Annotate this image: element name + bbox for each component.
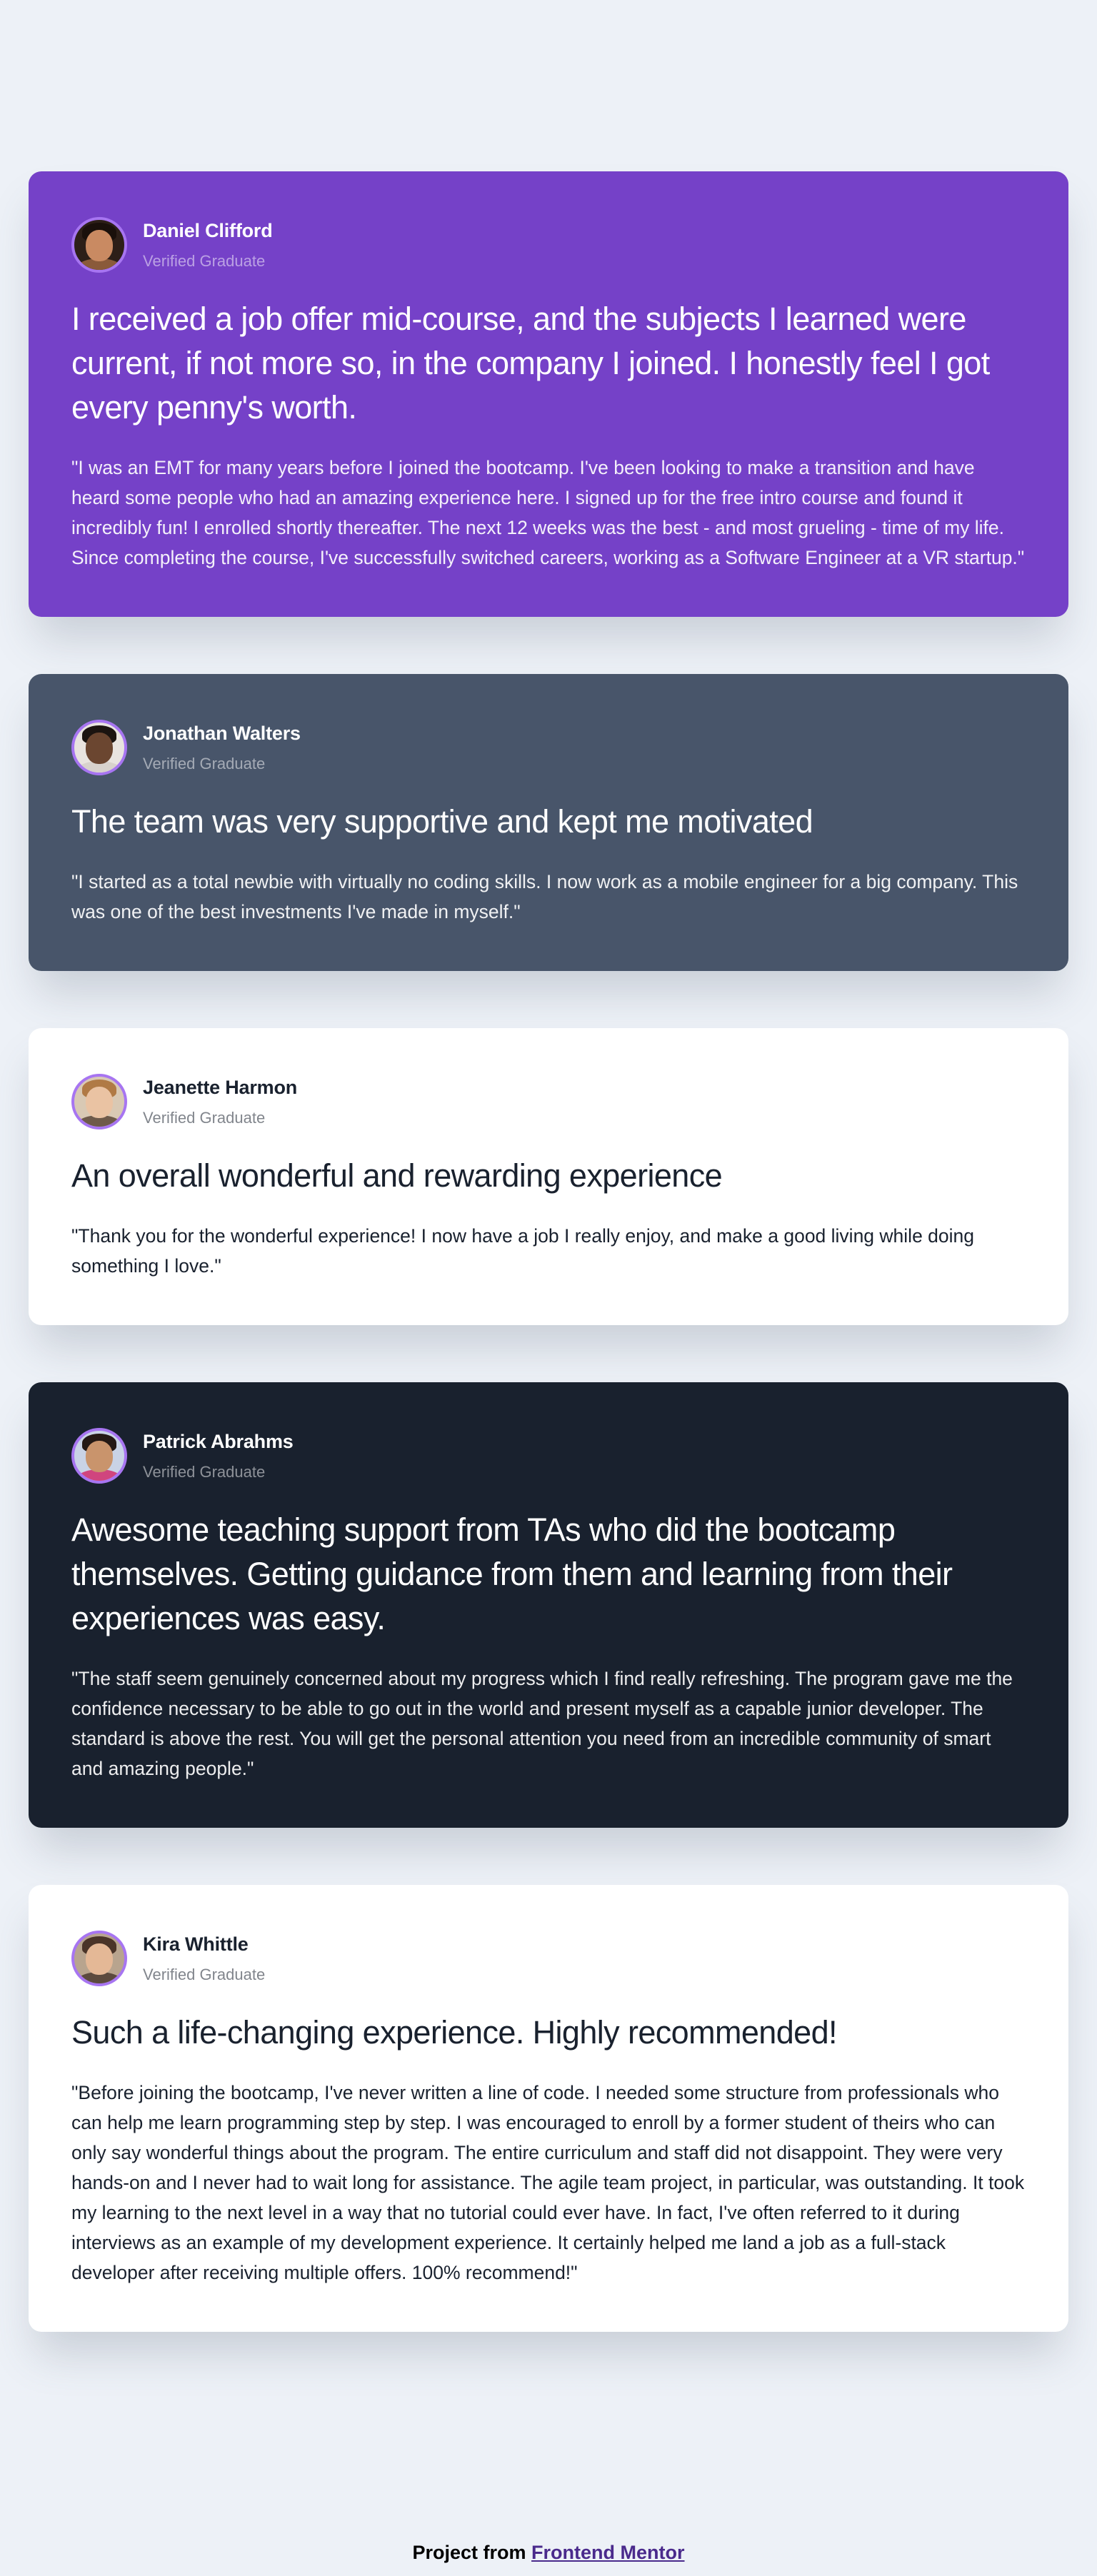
author-name: Jonathan Walters bbox=[143, 722, 301, 744]
testimonial-card-daniel-clifford: Daniel Clifford Verified Graduate I rece… bbox=[29, 171, 1068, 617]
testimonial-header: Patrick Abrahms Verified Graduate bbox=[71, 1428, 1026, 1484]
testimonial-headline: An overall wonderful and rewarding exper… bbox=[71, 1157, 723, 1194]
avatar bbox=[71, 1074, 127, 1129]
avatar bbox=[71, 1428, 127, 1484]
testimonial-header: Daniel Clifford Verified Graduate bbox=[71, 217, 1026, 273]
author-info: Patrick Abrahms Verified Graduate bbox=[143, 1431, 294, 1481]
author-role: Verified Graduate bbox=[143, 1462, 266, 1481]
author-name: Daniel Clifford bbox=[143, 219, 273, 241]
testimonial-header: Jonathan Walters Verified Graduate bbox=[71, 720, 1026, 775]
testimonial-card-patrick-abrahms: Patrick Abrahms Verified Graduate Awesom… bbox=[29, 1382, 1068, 1828]
testimonial-headline: The team was very supportive and kept me… bbox=[71, 803, 813, 840]
testimonial-headline: I received a job offer mid-course, and t… bbox=[71, 301, 990, 426]
author-info: Kira Whittle Verified Graduate bbox=[143, 1933, 265, 1984]
author-name: Jeanette Harmon bbox=[143, 1076, 298, 1098]
frontend-mentor-link[interactable]: Frontend Mentor bbox=[531, 2542, 684, 2563]
testimonial-card-jonathan-walters: Jonathan Walters Verified Graduate The t… bbox=[29, 674, 1068, 971]
attribution-prefix: Project from bbox=[412, 2542, 532, 2563]
testimonial-list: Daniel Clifford Verified Graduate I rece… bbox=[29, 171, 1068, 2389]
avatar bbox=[71, 1931, 127, 1986]
author-name: Kira Whittle bbox=[143, 1933, 249, 1955]
author-role: Verified Graduate bbox=[143, 251, 266, 270]
author-info: Daniel Clifford Verified Graduate bbox=[143, 220, 273, 271]
testimonial-header: Kira Whittle Verified Graduate bbox=[71, 1931, 1026, 1986]
testimonial-quote: "Thank you for the wonderful experience!… bbox=[71, 1225, 975, 1277]
author-role: Verified Graduate bbox=[143, 1108, 266, 1127]
avatar bbox=[71, 720, 127, 775]
testimonial-quote: "I was an EMT for many years before I jo… bbox=[71, 457, 1025, 568]
author-info: Jonathan Walters Verified Graduate bbox=[143, 723, 301, 773]
avatar bbox=[71, 217, 127, 273]
testimonial-headline: Such a life-changing experience. Highly … bbox=[71, 2014, 838, 2051]
attribution: Project from Frontend Mentor bbox=[0, 2542, 1097, 2564]
testimonial-quote: "Before joining the bootcamp, I've never… bbox=[71, 2082, 1025, 2283]
testimonial-quote: "The staff seem genuinely concerned abou… bbox=[71, 1668, 1013, 1779]
author-role: Verified Graduate bbox=[143, 754, 266, 773]
author-name: Patrick Abrahms bbox=[143, 1430, 294, 1452]
author-role: Verified Graduate bbox=[143, 1965, 266, 1983]
testimonial-quote: "I started as a total newbie with virtua… bbox=[71, 871, 1018, 922]
author-info: Jeanette Harmon Verified Graduate bbox=[143, 1077, 297, 1127]
testimonial-card-kira-whittle: Kira Whittle Verified Graduate Such a li… bbox=[29, 1885, 1068, 2332]
testimonial-header: Jeanette Harmon Verified Graduate bbox=[71, 1074, 1026, 1129]
testimonial-card-jeanette-harmon: Jeanette Harmon Verified Graduate An ove… bbox=[29, 1028, 1068, 1325]
page: { "testimonials": [ { "name": "Daniel Cl… bbox=[0, 0, 1097, 2576]
testimonial-headline: Awesome teaching support from TAs who di… bbox=[71, 1511, 953, 1636]
